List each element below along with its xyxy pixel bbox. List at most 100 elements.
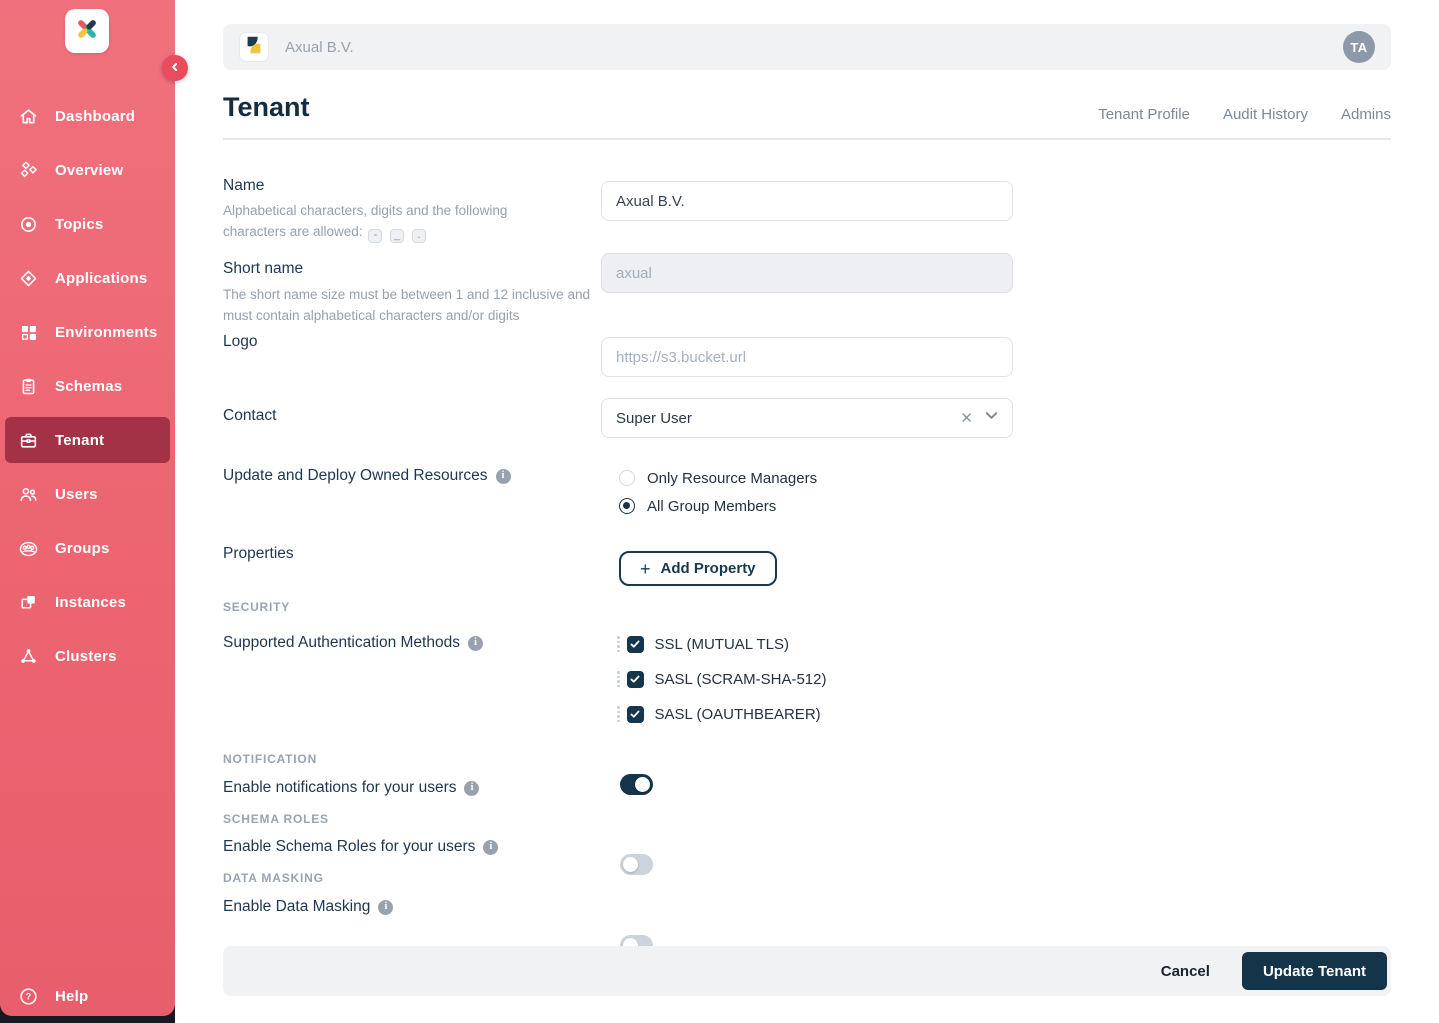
sidebar-item-label: Overview [55, 162, 123, 179]
auth-methods-label: Supported Authentication Methods i [223, 631, 483, 655]
info-icon[interactable]: i [464, 781, 479, 796]
sidebar-item-label: Users [55, 486, 98, 503]
radio-checked-icon[interactable] [619, 498, 635, 514]
sidebar-item-groups[interactable]: Groups [0, 521, 175, 575]
axual-x-icon [72, 14, 102, 49]
toggle-knob [623, 857, 638, 872]
notifications-toggle[interactable] [620, 774, 653, 795]
sidebar-item-applications[interactable]: Applications [0, 251, 175, 305]
sidebar-item-overview[interactable]: Overview [0, 143, 175, 197]
home-icon [18, 106, 39, 127]
name-helper: Alphabetical characters, digits and the … [223, 200, 573, 243]
sidebar-item-users[interactable]: Users [0, 467, 175, 521]
sidebar-item-instances[interactable]: Instances [0, 575, 175, 629]
sidebar-item-schemas[interactable]: Schemas [0, 359, 175, 413]
chevron-down-icon[interactable] [983, 407, 1000, 429]
drag-handle-icon[interactable] [617, 671, 620, 687]
header-divider [223, 138, 1391, 140]
grid-icon [18, 322, 39, 343]
drag-handle-icon[interactable] [617, 706, 620, 722]
short-name-input [601, 253, 1013, 293]
info-icon[interactable]: i [468, 636, 483, 651]
auth-methods-list: SSL (MUTUAL TLS) SASL (SCRAM-SHA-512) SA… [617, 633, 827, 738]
name-input[interactable] [601, 181, 1013, 221]
sidebar-nav: Dashboard Overview Topics [0, 89, 175, 683]
name-label: Name [223, 174, 264, 198]
sidebar-item-topics[interactable]: Topics [0, 197, 175, 251]
sidebar-item-label: Topics [55, 216, 103, 233]
drag-handle-icon[interactable] [617, 636, 620, 652]
user-avatar[interactable]: TA [1343, 31, 1375, 63]
topbar-tenant-name: Axual B.V. [285, 39, 354, 56]
axual-logo [65, 9, 109, 53]
topbar: Axual B.V. TA [223, 24, 1391, 70]
toggle-knob [635, 777, 650, 792]
tab-tenant-profile[interactable]: Tenant Profile [1098, 106, 1190, 123]
sidebar-item-label: Instances [55, 594, 126, 611]
question-circle-icon: ? [18, 986, 39, 1007]
logo-url-input[interactable] [601, 337, 1013, 377]
sidebar-item-label: Applications [55, 270, 147, 287]
key-badge-underscore: _ [390, 229, 404, 243]
sidebar-item-label: Schemas [55, 378, 122, 395]
auth-method-row: SASL (SCRAM-SHA-512) [617, 668, 827, 690]
sidebar-item-environments[interactable]: Environments [0, 305, 175, 359]
sidebar-item-label: Environments [55, 324, 157, 341]
short-name-helper: The short name size must be between 1 an… [223, 284, 591, 326]
auth-method-row: SSL (MUTUAL TLS) [617, 633, 827, 655]
data-masking-heading: DATA MASKING [223, 871, 324, 885]
short-name-label: Short name [223, 257, 303, 281]
enable-data-masking-label: Enable Data Masking i [223, 895, 393, 919]
diamond-scatter-icon [18, 160, 39, 181]
clear-icon[interactable]: ✕ [960, 411, 973, 426]
page-title: Tenant [223, 92, 310, 123]
sidebar-item-label: Groups [55, 540, 110, 557]
radio-all-group-members[interactable]: All Group Members [619, 492, 817, 520]
plus-icon: + [640, 560, 651, 578]
info-icon[interactable]: i [483, 840, 498, 855]
sidebar-item-tenant[interactable]: Tenant [5, 417, 170, 463]
sidebar-collapse-button[interactable] [162, 55, 188, 81]
sidebar-item-dashboard[interactable]: Dashboard [0, 89, 175, 143]
update-tenant-button[interactable]: Update Tenant [1242, 952, 1387, 990]
notification-heading: NOTIFICATION [223, 752, 317, 766]
tenant-logo [240, 33, 268, 61]
record-circle-icon [18, 214, 39, 235]
tenant-mark-icon [243, 34, 265, 61]
info-icon[interactable]: i [496, 469, 511, 484]
contact-selected-value: Super User [616, 410, 960, 427]
briefcase-icon [18, 430, 39, 451]
stacked-squares-icon [18, 592, 39, 613]
form-footer: Cancel Update Tenant [223, 946, 1391, 996]
sidebar-item-label: Clusters [55, 648, 117, 665]
radio-only-resource-managers[interactable]: Only Resource Managers [619, 464, 817, 492]
sidebar-item-clusters[interactable]: Clusters [0, 629, 175, 683]
enable-notifications-label: Enable notifications for your users i [223, 776, 479, 800]
security-heading: SECURITY [223, 600, 290, 614]
checkbox-checked-icon[interactable] [627, 671, 644, 688]
page-tabs: Tenant Profile Audit History Admins [1098, 106, 1391, 123]
sidebar: Dashboard Overview Topics [0, 0, 175, 1016]
update-deploy-radio-group: Only Resource Managers All Group Members [619, 464, 817, 520]
sidebar-item-label: Help [55, 988, 88, 1005]
schema-roles-toggle[interactable] [620, 854, 653, 875]
properties-label: Properties [223, 542, 294, 566]
svg-text:?: ? [26, 991, 32, 1001]
contact-select[interactable]: Super User ✕ [601, 398, 1013, 438]
radio-icon[interactable] [619, 470, 635, 486]
cluster-triangle-icon [18, 646, 39, 667]
key-badge-dot: . [412, 229, 426, 243]
checkbox-checked-icon[interactable] [627, 706, 644, 723]
tab-audit-history[interactable]: Audit History [1223, 106, 1308, 123]
group-icon [18, 538, 39, 559]
update-deploy-label: Update and Deploy Owned Resources i [223, 464, 511, 488]
diamond-icon [18, 268, 39, 289]
tab-admins[interactable]: Admins [1341, 106, 1391, 123]
info-icon[interactable]: i [378, 900, 393, 915]
sidebar-item-help[interactable]: ? Help [0, 969, 175, 1023]
add-property-button[interactable]: + Add Property [619, 551, 777, 586]
checkbox-checked-icon[interactable] [627, 636, 644, 653]
sidebar-item-label: Dashboard [55, 108, 135, 125]
cancel-button[interactable]: Cancel [1153, 963, 1218, 980]
chevron-left-icon [169, 61, 181, 76]
